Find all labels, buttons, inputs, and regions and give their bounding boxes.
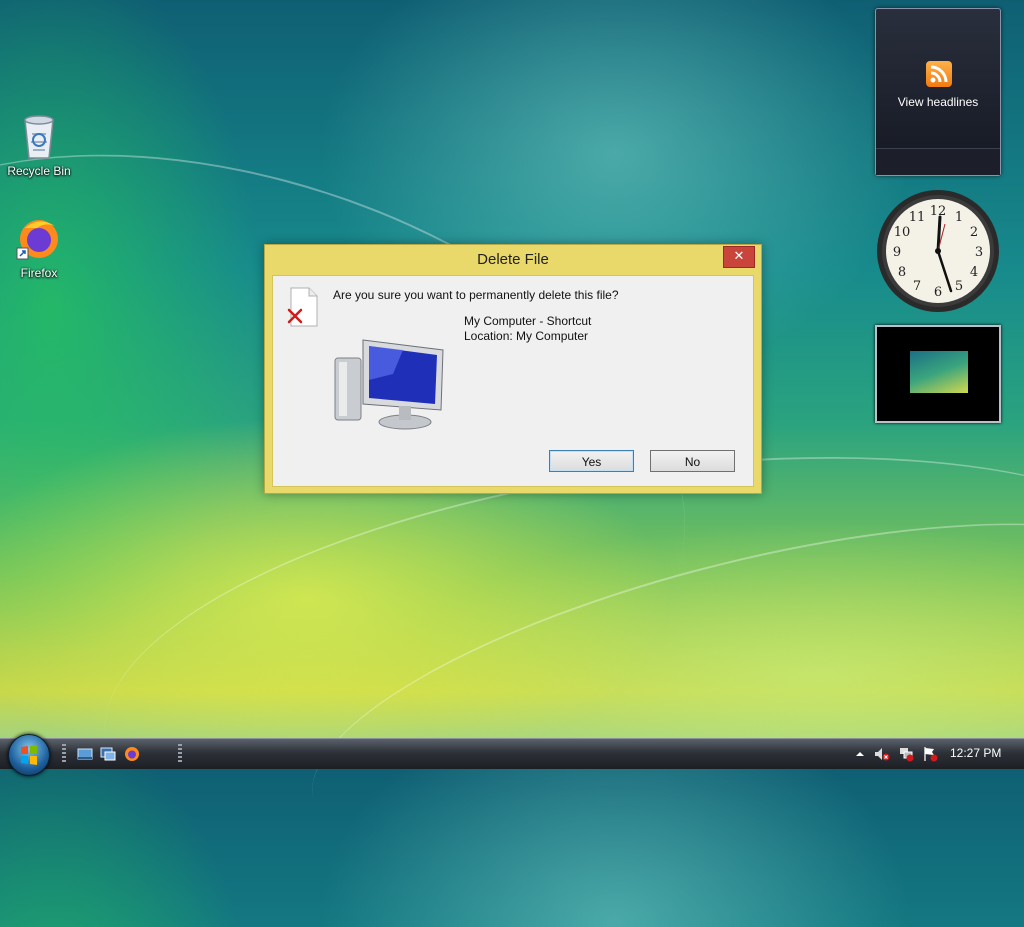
svg-text:5: 5	[955, 279, 963, 294]
clock-time[interactable]: 12:27 PM	[950, 746, 1001, 760]
rss-feed-icon	[926, 61, 952, 87]
firefox-icon[interactable]	[124, 746, 140, 762]
slideshow-icon	[910, 351, 968, 393]
delete-file-dialog: Delete File ✕ Are you sure you want to p…	[264, 244, 762, 494]
rss-gadget-label[interactable]: View headlines	[876, 95, 1000, 109]
dialog-title: Delete File	[477, 251, 549, 268]
dialog-body: Are you sure you want to permanently del…	[272, 275, 754, 487]
network-disconnected-icon[interactable]	[898, 746, 914, 762]
confirm-question: Are you sure you want to permanently del…	[333, 288, 619, 302]
slideshow-gadget[interactable]	[875, 325, 1001, 423]
taskbar-grip[interactable]	[62, 744, 66, 762]
svg-text:2: 2	[970, 225, 978, 240]
clock-face-icon: 12 12 345 678 91011	[877, 190, 999, 312]
show-hidden-icons-icon[interactable]	[852, 746, 868, 762]
firefox-icon	[16, 220, 58, 260]
no-button[interactable]: No	[650, 450, 735, 472]
close-button[interactable]: ✕	[723, 246, 755, 268]
svg-text:4: 4	[970, 265, 978, 280]
svg-text:7: 7	[913, 279, 921, 294]
switch-windows-icon[interactable]	[100, 746, 116, 762]
svg-text:10: 10	[894, 225, 911, 240]
desktop-icon-label: Firefox	[20, 266, 58, 280]
volume-muted-icon[interactable]	[874, 746, 890, 762]
show-desktop-icon[interactable]	[77, 746, 93, 762]
desktop-icon-label: Recycle Bin	[7, 164, 71, 178]
clock-gadget[interactable]: 12 1 2 345 678 9 10 11	[875, 188, 1001, 314]
action-center-icon[interactable]	[922, 746, 938, 762]
yes-button[interactable]: Yes	[549, 450, 634, 472]
svg-text:8: 8	[898, 265, 906, 280]
svg-text:12: 12	[930, 204, 947, 219]
taskbar	[0, 738, 1024, 769]
rss-feed-gadget[interactable]: View headlines	[875, 8, 1001, 176]
file-info: My Computer - Shortcut Location: My Comp…	[464, 314, 591, 344]
taskbar-grip[interactable]	[178, 744, 182, 762]
svg-text:11: 11	[909, 210, 926, 225]
my-computer-icon	[334, 339, 444, 430]
start-orb-icon[interactable]	[8, 734, 50, 776]
desktop-icon-recycle-bin[interactable]: Recycle Bin	[1, 112, 77, 178]
recycle-bin-icon	[24, 115, 54, 159]
file-name: My Computer - Shortcut	[464, 314, 592, 328]
svg-text:3: 3	[975, 245, 983, 260]
svg-text:1: 1	[955, 210, 963, 225]
rss-gadget-footer	[876, 148, 1000, 175]
svg-text:9: 9	[893, 245, 901, 260]
svg-text:6: 6	[934, 285, 942, 300]
delete-file-icon	[287, 287, 318, 327]
desktop-icon-firefox[interactable]: Firefox	[1, 216, 77, 280]
file-location: Location: My Computer	[464, 329, 589, 343]
